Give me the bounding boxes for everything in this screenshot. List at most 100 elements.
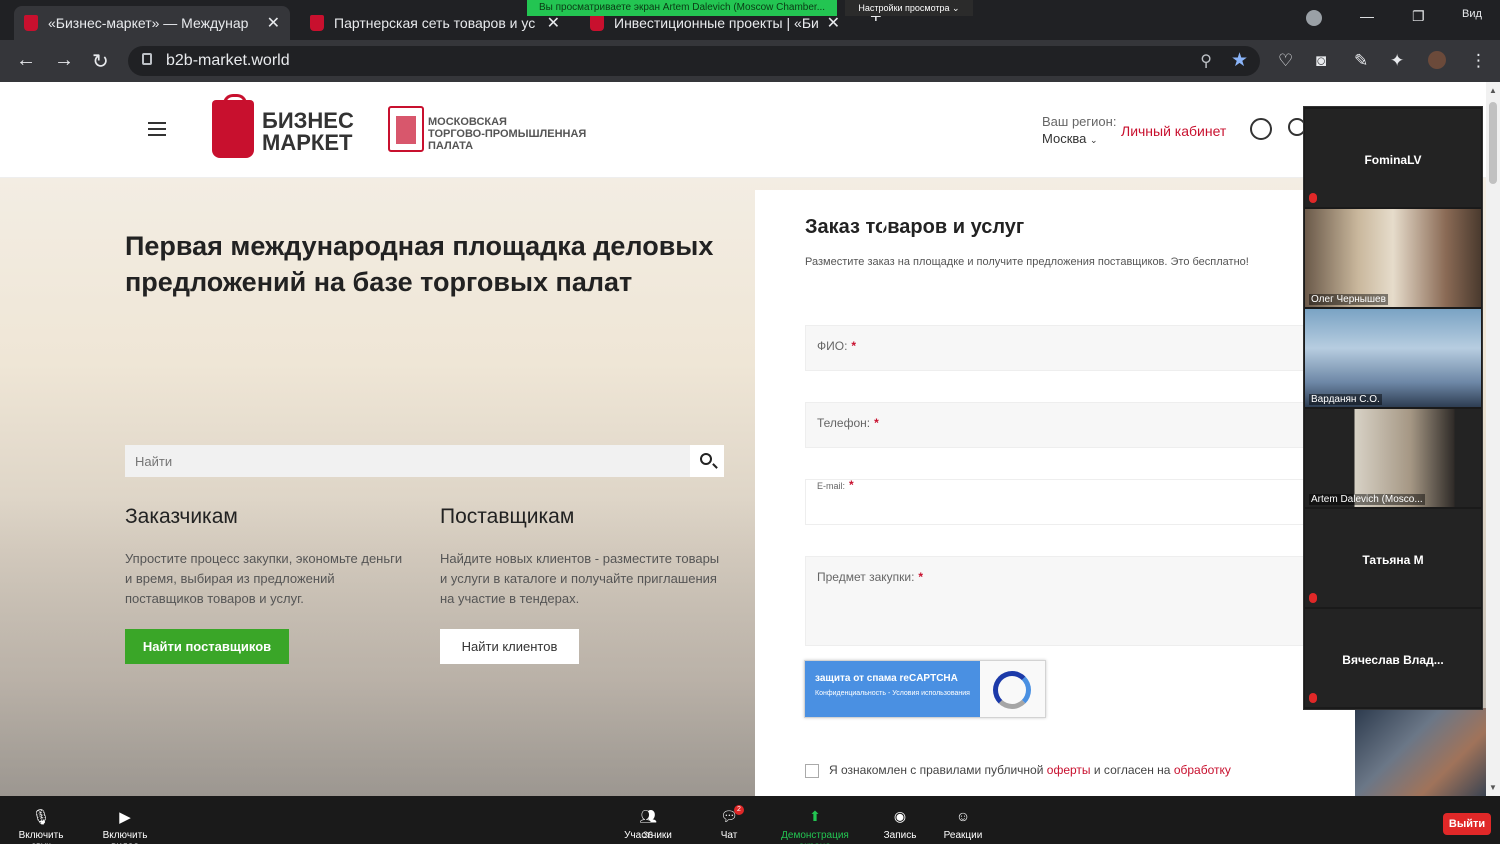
forward-icon[interactable]: → xyxy=(54,49,74,72)
start-video-button[interactable]: ▶︎ Включить видео xyxy=(88,808,162,844)
recaptcha-logo-icon xyxy=(993,671,1031,709)
participant-tile[interactable]: Олег Чернышев xyxy=(1305,209,1481,307)
business-market-logo-icon[interactable] xyxy=(212,94,254,158)
reactions-label: Реакции xyxy=(943,830,983,841)
participant-name: Татьяна М xyxy=(1362,553,1424,567)
zoom-icon[interactable]: ⚲ xyxy=(1200,51,1212,71)
record-button[interactable]: ◉ Запись xyxy=(882,808,918,841)
participants-button[interactable]: 👥︎ 36 Участники xyxy=(620,808,676,841)
view-button[interactable]: Вид xyxy=(1462,8,1482,20)
muted-mic-icon xyxy=(1309,193,1317,203)
field-label: E-mail: * xyxy=(817,478,854,492)
consent-checkbox[interactable] xyxy=(805,763,819,778)
video-off-icon: ▶︎ xyxy=(119,809,131,826)
site-favicon xyxy=(590,15,604,31)
consent-middle: и согласен на xyxy=(1093,763,1171,777)
reactions-button[interactable]: ☺ Реакции xyxy=(942,808,984,841)
muted-microphone-icon: 🎙︎ xyxy=(31,809,51,826)
mtpp-emblem-icon[interactable] xyxy=(388,106,424,152)
tab-business-market[interactable]: «Бизнес-маркет» — Междунар ✕ xyxy=(14,6,290,40)
full-name-field[interactable]: ФИО: * xyxy=(805,325,1365,371)
reload-icon[interactable]: ↻ xyxy=(92,49,109,74)
region-value: Москва xyxy=(1042,131,1087,146)
leave-meeting-button[interactable]: Выйти xyxy=(1443,813,1491,835)
url-text: b2b-market.world xyxy=(166,52,290,69)
participant-video xyxy=(1305,309,1481,407)
consent-prefix: Я ознакомлен с правилами публичной xyxy=(829,763,1044,777)
participant-tile[interactable]: Artem Dalevich (Mosco... xyxy=(1305,409,1481,507)
participant-tile[interactable]: Вячеслав Влад... xyxy=(1305,609,1481,707)
pen-extension-icon[interactable]: ✎ xyxy=(1354,51,1368,71)
record-icon: ◉ xyxy=(893,808,907,824)
order-form-title: Заказ товаров и услуг xyxy=(805,216,1025,238)
profile-avatar[interactable] xyxy=(1428,51,1446,69)
search-button[interactable] xyxy=(690,445,724,477)
mtpp-line-3: ПАЛАТА xyxy=(428,140,474,152)
purchase-subject-field[interactable]: Предмет закупки: * xyxy=(805,556,1365,646)
find-suppliers-button[interactable]: Найти поставщиков xyxy=(125,629,289,664)
order-form-subtitle: Разместите заказ на площадке и получите … xyxy=(805,256,1249,268)
phone-field[interactable]: Телефон: * xyxy=(805,402,1365,448)
field-label: Телефон: * xyxy=(817,416,879,430)
share-screen-icon: ⬆︎ xyxy=(809,808,821,824)
start-video-label: Включить видео xyxy=(102,830,148,844)
hero-search xyxy=(125,445,724,477)
participant-tile[interactable]: Варданян С.О. xyxy=(1305,309,1481,407)
processing-link[interactable]: обработку xyxy=(1174,763,1231,777)
participant-tile[interactable]: Татьяна М xyxy=(1305,509,1481,607)
globe-language-icon[interactable] xyxy=(1250,118,1272,140)
scrollbar-thumb[interactable] xyxy=(1489,102,1497,184)
page-scrollbar[interactable]: ▲ ▼ xyxy=(1486,82,1500,796)
unmute-button[interactable]: 🎙︎ Включить звук xyxy=(8,808,74,844)
address-bar-row: ← → ↻ b2b-market.world ⚲ ★ ♡ ◙ ✎ ✦ ⋮ xyxy=(0,40,1500,82)
find-clients-button[interactable]: Найти клиентов xyxy=(440,629,579,664)
participant-name: Вячеслав Влад... xyxy=(1342,653,1444,667)
back-icon[interactable]: ← xyxy=(16,49,36,72)
view-settings-button[interactable]: Настройки просмотра ⌄ xyxy=(845,0,973,16)
record-label: Запись xyxy=(883,830,917,841)
tab-close-icon[interactable]: ✕ xyxy=(267,13,280,33)
required-mark: * xyxy=(851,339,857,353)
mouse-cursor-icon xyxy=(882,220,888,234)
camera-icon[interactable]: ◙ xyxy=(1316,51,1326,71)
hamburger-menu-icon[interactable] xyxy=(148,122,166,136)
customers-title: Заказчикам xyxy=(125,505,238,528)
region-selector[interactable]: Москва ⌄ xyxy=(1042,131,1098,146)
logo-line-1: БИЗНЕС xyxy=(262,108,354,133)
reactions-icon: ☺ xyxy=(955,808,971,824)
tab-close-icon[interactable]: ✕ xyxy=(827,13,840,33)
scroll-down-icon[interactable]: ▼ xyxy=(1489,783,1497,792)
field-label-text: Предмет закупки: xyxy=(817,570,915,584)
field-label: ФИО: * xyxy=(817,339,856,353)
search-icon xyxy=(700,453,712,465)
required-mark: * xyxy=(918,570,924,584)
unmute-label: Включить звук xyxy=(18,830,64,844)
participant-name: Artem Dalevich (Mosco... xyxy=(1309,494,1425,505)
tab-search-icon[interactable] xyxy=(1306,10,1322,26)
search-input[interactable] xyxy=(125,445,690,477)
chat-label: Чат xyxy=(720,830,738,841)
lock-icon xyxy=(142,53,152,65)
extensions-puzzle-icon[interactable]: ✦ xyxy=(1390,51,1404,71)
participant-tile[interactable]: FominaLV xyxy=(1305,109,1481,207)
minimize-icon[interactable]: — xyxy=(1360,8,1374,24)
scroll-up-icon[interactable]: ▲ xyxy=(1489,86,1497,95)
recaptcha-title: защита от спама reCAPTCHA xyxy=(815,673,958,684)
maximize-icon[interactable]: ❐ xyxy=(1412,8,1425,25)
mtpp-logo-text[interactable]: МОСКОВСКАЯ ТОРГОВО-ПРОМЫШЛЕННАЯ ПАЛАТА xyxy=(428,116,586,152)
chat-unread-badge: 2 xyxy=(734,805,744,815)
bookmark-star-icon[interactable]: ★ xyxy=(1231,49,1248,72)
pocket-icon[interactable]: ♡ xyxy=(1278,51,1293,71)
recaptcha-badge[interactable]: защита от спама reCAPTCHA Конфиденциальн… xyxy=(804,660,1046,718)
consent-row: Я ознакомлен с правилами публичной оферт… xyxy=(805,763,1231,778)
business-market-logo-text[interactable]: БИЗНЕС МАРКЕТ xyxy=(262,110,354,154)
tab-close-icon[interactable]: ✕ xyxy=(547,13,560,33)
email-field[interactable]: E-mail: * xyxy=(805,478,1365,525)
personal-account-link[interactable]: Личный кабинет xyxy=(1121,123,1226,139)
menu-dots-icon[interactable]: ⋮ xyxy=(1470,51,1487,71)
share-screen-button[interactable]: ⬆︎ Демонстрация экрана xyxy=(766,808,864,844)
address-bar[interactable]: b2b-market.world ⚲ ★ xyxy=(128,46,1260,76)
participant-video xyxy=(1305,209,1481,307)
recaptcha-links[interactable]: Конфиденциальность - Условия использован… xyxy=(815,689,975,698)
offer-link[interactable]: оферты xyxy=(1047,763,1091,777)
